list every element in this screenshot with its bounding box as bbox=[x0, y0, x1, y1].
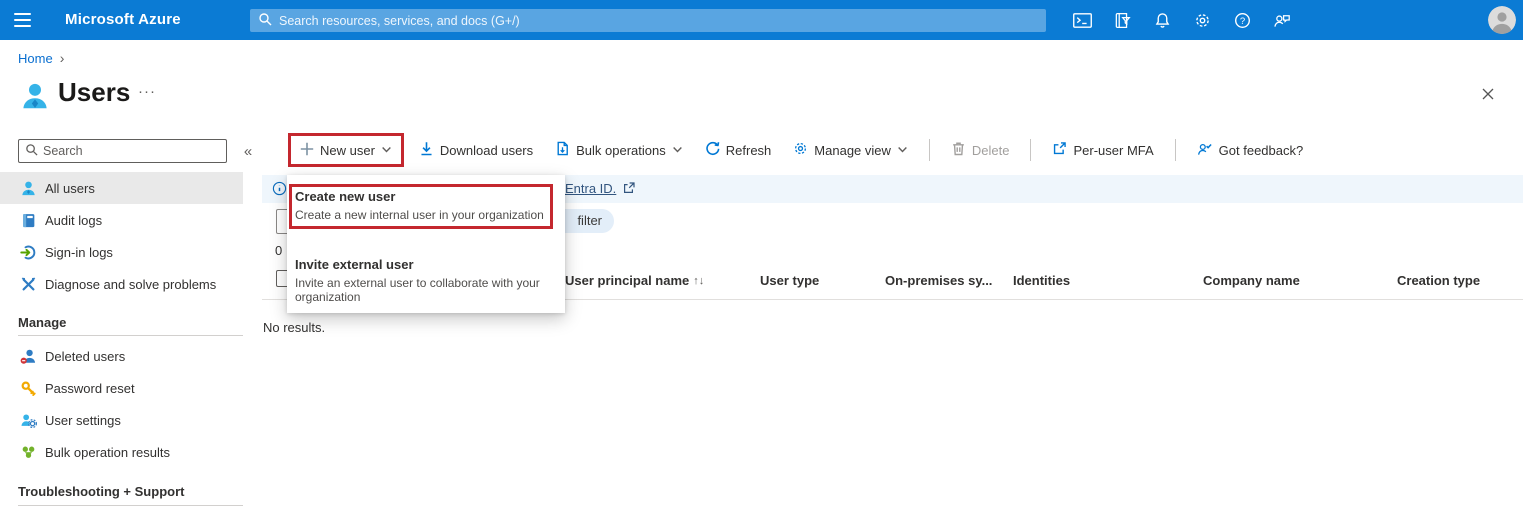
column-header-creation-type[interactable]: Creation type bbox=[1397, 273, 1480, 288]
divider bbox=[18, 505, 243, 506]
breadcrumb: Home › bbox=[18, 50, 64, 66]
feedback-person-icon bbox=[1197, 141, 1213, 160]
page-title: Users bbox=[58, 77, 131, 107]
diagnose-tools-icon bbox=[20, 276, 37, 293]
sidebar-item-label: Sign-in logs bbox=[45, 244, 113, 260]
got-feedback-button[interactable]: Got feedback? bbox=[1190, 133, 1311, 167]
refresh-button[interactable]: Refresh bbox=[698, 133, 779, 167]
column-header-user-type[interactable]: User type bbox=[760, 273, 819, 288]
column-header-company-name[interactable]: Company name bbox=[1203, 273, 1300, 288]
gear-icon bbox=[793, 141, 808, 159]
trash-icon bbox=[951, 141, 966, 159]
sidebar-search-input[interactable] bbox=[43, 144, 220, 158]
feedback-icon[interactable] bbox=[1262, 0, 1302, 40]
partial-count-text: 0 bbox=[275, 243, 283, 258]
sidebar-item-bulk-operation-results[interactable]: Bulk operation results bbox=[0, 436, 258, 468]
users-icon bbox=[20, 180, 37, 197]
global-search-input[interactable] bbox=[279, 13, 1038, 28]
sidebar-nav: All users Audit logs Sign-in logs Diagno… bbox=[0, 172, 258, 300]
settings-gear-icon[interactable] bbox=[1182, 0, 1222, 40]
bulk-results-icon bbox=[20, 444, 37, 461]
menu-item-title: Create new user bbox=[295, 189, 396, 204]
azure-top-bar: Microsoft Azure ? bbox=[0, 0, 1523, 40]
search-icon bbox=[258, 12, 272, 29]
manage-view-button[interactable]: Manage view bbox=[786, 133, 915, 167]
sidebar-item-audit-logs[interactable]: Audit logs bbox=[0, 204, 258, 236]
download-icon bbox=[419, 141, 434, 159]
column-header-on-premises[interactable]: On-premises sy... bbox=[885, 273, 992, 288]
refresh-icon bbox=[705, 141, 720, 159]
chevron-down-icon bbox=[897, 143, 908, 158]
per-user-mfa-button[interactable]: Per-user MFA bbox=[1045, 133, 1160, 167]
command-bar: New user Download users Bulk operations … bbox=[288, 133, 1310, 167]
delete-button[interactable]: Delete bbox=[944, 133, 1017, 167]
divider bbox=[928, 139, 930, 161]
sidebar-item-diagnose[interactable]: Diagnose and solve problems bbox=[0, 268, 258, 300]
open-in-new-window-icon bbox=[1052, 141, 1067, 159]
plus-icon bbox=[300, 142, 314, 159]
sidebar-item-label: All users bbox=[45, 180, 95, 196]
password-key-icon bbox=[20, 380, 37, 397]
sidebar-item-deleted-users[interactable]: Deleted users bbox=[0, 340, 258, 372]
menu-item-description: Invite an external user to collaborate w… bbox=[295, 276, 540, 304]
cloud-shell-icon[interactable] bbox=[1062, 0, 1102, 40]
notifications-bell-icon[interactable] bbox=[1142, 0, 1182, 40]
search-icon bbox=[25, 143, 38, 159]
sidebar-item-sign-in-logs[interactable]: Sign-in logs bbox=[0, 236, 258, 268]
more-options-icon[interactable]: ··· bbox=[138, 83, 156, 100]
global-search-bar[interactable] bbox=[250, 9, 1046, 32]
menu-item-create-new-user[interactable]: Create new user Create a new internal us… bbox=[295, 189, 557, 222]
brand-title[interactable]: Microsoft Azure bbox=[65, 11, 181, 28]
users-page-icon bbox=[20, 81, 50, 114]
sidebar-item-label: Diagnose and solve problems bbox=[45, 276, 217, 292]
sidebar-item-label: Deleted users bbox=[45, 348, 126, 364]
sort-icon[interactable]: ↑↓ bbox=[693, 275, 704, 287]
column-header-identities[interactable]: Identities bbox=[1013, 273, 1070, 288]
external-link-icon[interactable] bbox=[623, 182, 635, 197]
empty-state-text: No results. bbox=[263, 320, 326, 335]
breadcrumb-chevron-icon: › bbox=[59, 50, 65, 66]
entra-id-link[interactable]: Entra ID. bbox=[565, 181, 616, 196]
svg-text:?: ? bbox=[1239, 15, 1244, 26]
divider bbox=[1030, 139, 1032, 161]
sidebar-item-all-users[interactable]: All users bbox=[0, 172, 243, 204]
download-users-button[interactable]: Download users bbox=[412, 133, 540, 167]
bulk-operations-button[interactable]: Bulk operations bbox=[548, 133, 690, 167]
hamburger-menu-icon[interactable] bbox=[0, 0, 44, 40]
chevron-down-icon bbox=[381, 143, 392, 158]
user-settings-icon bbox=[20, 412, 37, 429]
account-avatar[interactable] bbox=[1488, 6, 1516, 34]
sidebar-section-manage: Manage bbox=[18, 315, 67, 330]
sidebar-search-box[interactable] bbox=[18, 139, 227, 163]
close-icon[interactable] bbox=[1478, 84, 1498, 104]
menu-item-title: Invite external user bbox=[295, 257, 414, 272]
directory-filter-icon[interactable] bbox=[1102, 0, 1142, 40]
new-user-button[interactable]: New user bbox=[288, 133, 404, 167]
chevron-down-icon bbox=[672, 143, 683, 158]
help-icon[interactable]: ? bbox=[1222, 0, 1262, 40]
column-header-user-principal-name[interactable]: User principal name ↑↓ bbox=[565, 273, 704, 288]
sign-in-logs-icon bbox=[20, 244, 37, 261]
sidebar-manage-nav: Deleted users Password reset User settin… bbox=[0, 340, 258, 468]
divider bbox=[1174, 139, 1176, 161]
menu-item-invite-external-user[interactable]: Invite external user Invite an external … bbox=[295, 257, 557, 304]
menu-item-description: Create a new internal user in your organ… bbox=[295, 208, 544, 222]
bulk-operations-icon bbox=[555, 141, 570, 159]
sidebar-item-label: Bulk operation results bbox=[45, 444, 171, 460]
sidebar-item-password-reset[interactable]: Password reset bbox=[0, 372, 258, 404]
info-icon bbox=[272, 181, 287, 199]
sidebar-item-label: Audit logs bbox=[45, 212, 103, 228]
sidebar-section-support: Troubleshooting + Support bbox=[18, 484, 185, 499]
topbar-icon-group: ? bbox=[1062, 0, 1302, 40]
new-user-dropdown-menu: Create new user Create a new internal us… bbox=[287, 175, 565, 313]
deleted-users-icon bbox=[20, 348, 37, 365]
sidebar-item-label: User settings bbox=[45, 412, 121, 428]
sidebar-item-user-settings[interactable]: User settings bbox=[0, 404, 258, 436]
sidebar-collapse-icon[interactable]: « bbox=[239, 139, 257, 163]
audit-logs-icon bbox=[20, 212, 37, 229]
sidebar-item-label: Password reset bbox=[45, 380, 135, 396]
breadcrumb-home-link[interactable]: Home bbox=[18, 51, 53, 66]
divider bbox=[18, 335, 243, 336]
